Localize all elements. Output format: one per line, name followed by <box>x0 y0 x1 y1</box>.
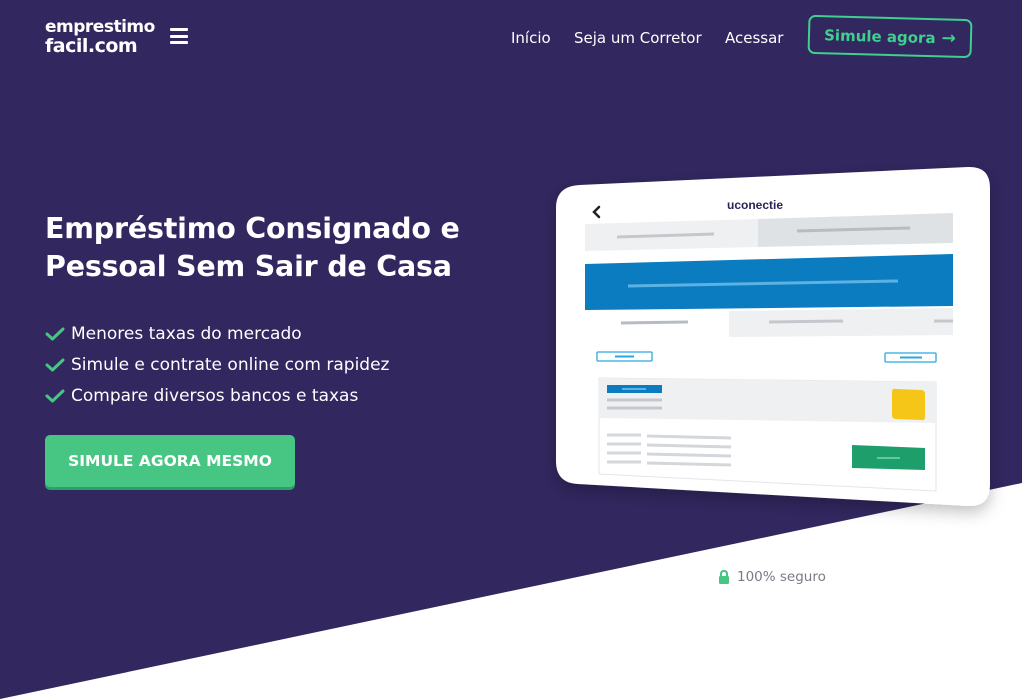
hero-headline: Empréstimo Consignado e Pessoal Sem Sair… <box>45 210 495 286</box>
check-icon <box>45 389 65 402</box>
nav-link-seja-corretor[interactable]: Seja um Corretor <box>574 29 702 47</box>
simule-agora-label: Simule agora <box>823 25 936 47</box>
simule-agora-mesmo-button[interactable]: SIMULE AGORA MESMO <box>45 435 295 487</box>
benefit-item: Menores taxas do mercado <box>45 318 389 349</box>
secure-label: 100% seguro <box>737 569 826 585</box>
benefits-list: Menores taxas do mercado Simule e contra… <box>45 318 389 411</box>
secure-badge: 100% seguro <box>718 569 826 585</box>
simule-agora-button[interactable]: Simule agora → <box>807 14 973 59</box>
headline-line-2: Pessoal Sem Sair de Casa <box>45 250 452 283</box>
benefit-text: Simule e contrate online com rapidez <box>71 354 390 375</box>
benefit-text: Menores taxas do mercado <box>71 323 302 344</box>
check-icon <box>45 327 65 340</box>
arrow-right-icon: → <box>941 27 957 49</box>
top-navigation: emprestimo facil.com Início Seja um Corr… <box>0 0 1022 80</box>
logo-line-2: facil.com <box>45 35 138 57</box>
check-icon <box>45 358 65 371</box>
site-logo[interactable]: emprestimo facil.com <box>45 18 155 56</box>
headline-line-1: Empréstimo Consignado e <box>45 212 460 245</box>
hamburger-icon[interactable] <box>170 28 188 44</box>
nav-link-acessar[interactable]: Acessar <box>725 29 783 47</box>
benefit-item: Compare diversos bancos e taxas <box>45 380 389 411</box>
benefit-item: Simule e contrate online com rapidez <box>45 349 389 380</box>
nav-link-inicio[interactable]: Início <box>511 29 551 47</box>
lock-icon <box>719 570 729 584</box>
benefit-text: Compare diversos bancos e taxas <box>71 385 359 406</box>
